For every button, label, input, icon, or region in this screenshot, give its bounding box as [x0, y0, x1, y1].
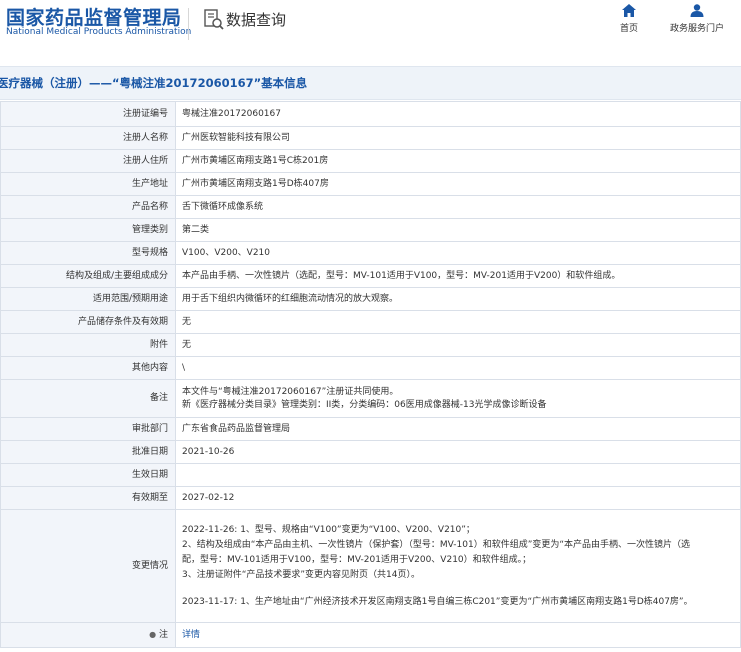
nav-home-label: 首页 [619, 24, 638, 34]
field-label: 管理类别 [0, 218, 176, 242]
row-reg-no: 注册证编号 粤械注准20172060167 [0, 101, 741, 127]
header-divider [188, 8, 189, 40]
field-label: 产品名称 [0, 195, 176, 219]
field-value-note: 详情 [175, 622, 741, 648]
row-changes: 变更情况 2022-11-26: 1、型号、规格由“V100”变更为“V100、… [0, 509, 741, 623]
field-label: 生效日期 [0, 463, 176, 487]
field-label: 备注 [0, 379, 176, 418]
row-attachment: 附件 无 [0, 333, 741, 357]
field-value-valid-until: 2027-02-12 [175, 486, 741, 510]
row-scope: 适用范围/预期用途 用于舌下组织内微循环的红细胞流动情况的放大观察。 [0, 287, 741, 311]
field-value-product-name: 舌下微循环成像系统 [175, 195, 741, 219]
change-spacer [182, 583, 734, 595]
field-label: 生产地址 [0, 172, 176, 196]
field-label: 附件 [0, 333, 176, 357]
nav-portal-label: 政务服务门户 [669, 24, 724, 34]
home-icon [622, 4, 636, 17]
change-line: 3、注册证附件“产品技术要求”变更内容见附页（共14页）。 [182, 569, 421, 580]
field-value-effective-date [175, 463, 741, 487]
logo-title-en[interactable]: National Medical Products Administration [6, 27, 191, 37]
row-effective-date: 生效日期 [0, 463, 741, 487]
field-value-production-address: 广州市黄埔区南翔支路1号D栋407房 [175, 172, 741, 196]
site-header: 国家药品监督管理局 National Medical Products Admi… [0, 0, 741, 48]
database-search-icon [204, 9, 224, 30]
row-registrant: 注册人名称 广州医软智能科技有限公司 [0, 126, 741, 150]
field-value-remark: 本文件与“粤械注准20172060167”注册证共同使用。 新《医疗器械分类目录… [175, 379, 741, 418]
field-label: 批准日期 [0, 440, 176, 464]
field-label: 适用范围/预期用途 [0, 287, 176, 311]
nav-service-portal[interactable]: 政务服务门户 [662, 4, 732, 34]
row-storage: 产品储存条件及有效期 无 [0, 310, 741, 334]
field-label: 注 [158, 630, 168, 640]
field-label: 审批部门 [0, 417, 176, 441]
note-marker-icon: ● [149, 630, 157, 639]
row-production-address: 生产地址 广州市黄埔区南翔支路1号D栋407房 [0, 172, 741, 196]
record-title-bar: 医疗器械（注册）——“粤械注准20172060167”基本信息 [0, 66, 741, 100]
field-label: 变更情况 [0, 509, 176, 623]
field-value-structure: 本产品由手柄、一次性镜片（选配，型号：MV-101适用于V100，型号：MV-2… [175, 264, 741, 288]
field-value-reg-no: 粤械注准20172060167 [175, 101, 741, 127]
row-structure: 结构及组成/主要组成成分 本产品由手柄、一次性镜片（选配，型号：MV-101适用… [0, 264, 741, 288]
change-line: 2023-11-17: 1、生产地址由“广州经济技术开发区南翔支路1号自编三栋C… [182, 596, 693, 607]
row-registrant-address: 注册人住所 广州市黄埔区南翔支路1号C栋201房 [0, 149, 741, 173]
field-value-approval-dept: 广东省食品药品监督管理局 [175, 417, 741, 441]
field-value-attachment: 无 [175, 333, 741, 357]
field-label: 有效期至 [0, 486, 176, 510]
record-title: 医疗器械（注册）——“粤械注准20172060167”基本信息 [0, 76, 308, 90]
change-line: 2、结构及组成由“本产品由主机、一次性镜片（保护套）（型号：MV-101）和软件… [182, 539, 691, 550]
field-value-registrant: 广州医软智能科技有限公司 [175, 126, 741, 150]
field-value-category: 第二类 [175, 218, 741, 242]
field-label: 注册证编号 [0, 101, 176, 127]
row-note: ● 注 详情 [0, 622, 741, 648]
field-value-approval-date: 2021-10-26 [175, 440, 741, 464]
row-other: 其他内容 \ [0, 356, 741, 380]
detail-link[interactable]: 详情 [182, 630, 200, 640]
field-value-other: \ [175, 356, 741, 380]
row-remark: 备注 本文件与“粤械注准20172060167”注册证共同使用。 新《医疗器械分… [0, 379, 741, 418]
field-label: 其他内容 [0, 356, 176, 380]
row-model: 型号规格 V100、V200、V210 [0, 241, 741, 265]
row-approval-date: 批准日期 2021-10-26 [0, 440, 741, 464]
change-line: 配，型号：MV-101适用于V100，型号：MV-201适用于V200、V210… [182, 554, 532, 565]
field-value-scope: 用于舌下组织内微循环的红细胞流动情况的放大观察。 [175, 287, 741, 311]
change-line: 2022-11-26: 1、型号、规格由“V100”变更为“V100、V200、… [182, 524, 475, 535]
remark-line: 本文件与“粤械注准20172060167”注册证共同使用。 [182, 386, 399, 397]
field-label: 注册人名称 [0, 126, 176, 150]
field-value-model: V100、V200、V210 [175, 241, 741, 265]
field-label: 结构及组成/主要组成成分 [0, 264, 176, 288]
row-product-name: 产品名称 舌下微循环成像系统 [0, 195, 741, 219]
logo-title-cn[interactable]: 国家药品监督管理局 [6, 3, 182, 30]
field-label: 型号规格 [0, 241, 176, 265]
registration-detail-table: 注册证编号 粤械注准20172060167 注册人名称 广州医软智能科技有限公司… [0, 101, 741, 648]
nav-home[interactable]: 首页 [613, 4, 645, 34]
field-label-note: ● 注 [0, 622, 176, 648]
field-value-changes: 2022-11-26: 1、型号、规格由“V100”变更为“V100、V200、… [175, 509, 741, 623]
row-valid-until: 有效期至 2027-02-12 [0, 486, 741, 510]
field-label: 注册人住所 [0, 149, 176, 173]
remark-line: 新《医疗器械分类目录》管理类别：II类，分类编码：06医用成像器械-13光学成像… [182, 399, 547, 410]
row-category: 管理类别 第二类 [0, 218, 741, 242]
field-label: 产品储存条件及有效期 [0, 310, 176, 334]
field-value-storage: 无 [175, 310, 741, 334]
section-title: 数据查询 [226, 11, 287, 29]
row-approval-dept: 审批部门 广东省食品药品监督管理局 [0, 417, 741, 441]
field-value-registrant-address: 广州市黄埔区南翔支路1号C栋201房 [175, 149, 741, 173]
portal-user-icon [690, 4, 704, 17]
